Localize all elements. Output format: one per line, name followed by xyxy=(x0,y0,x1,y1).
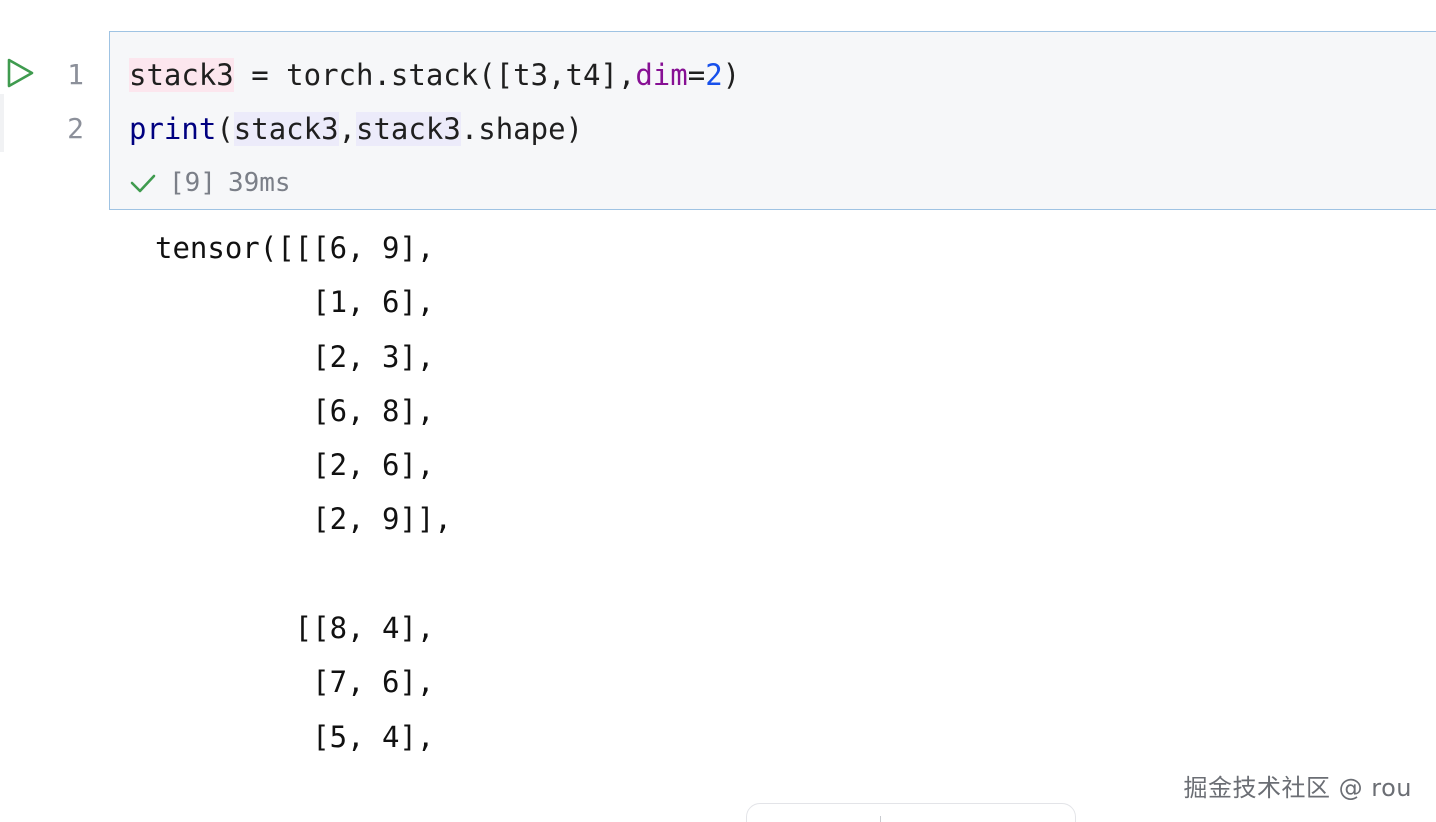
keyword-argument: dim xyxy=(635,58,688,92)
code-text: ( xyxy=(216,112,234,146)
gutter-edge xyxy=(0,94,4,152)
code-line-2[interactable]: print(stack3,stack3.shape) xyxy=(129,102,583,156)
code-text: , xyxy=(338,112,357,146)
variable-definition: stack3 xyxy=(129,58,234,92)
code-text: .shape) xyxy=(460,112,583,146)
code-cell[interactable]: stack3 = torch.stack([t3,t4],dim=2) prin… xyxy=(109,31,1436,210)
line-number: 1 xyxy=(67,58,84,91)
execution-count: [9] xyxy=(169,168,216,198)
execution-status: [9] 39ms xyxy=(129,160,291,206)
run-cell-button[interactable] xyxy=(0,50,40,96)
variable-usage: stack3 xyxy=(233,112,339,146)
code-line-1[interactable]: stack3 = torch.stack([t3,t4],dim=2) xyxy=(129,48,740,102)
number-literal: 2 xyxy=(705,58,723,92)
builtin-function: print xyxy=(129,112,217,146)
code-text: = torch.stack([t3,t4], xyxy=(233,58,636,92)
operator: = xyxy=(687,58,706,92)
play-icon xyxy=(7,58,34,88)
cell-output: tensor([[[6, 9], [1, 6], [2, 3], [6, 8],… xyxy=(155,231,452,754)
line-number: 2 xyxy=(67,112,84,145)
execution-duration: 39ms xyxy=(227,168,291,198)
variable-usage: stack3 xyxy=(356,112,461,146)
notebook-view: 1 2 stack3 = torch.stack([t3,t4],dim=2) … xyxy=(0,0,1436,822)
floating-toolbar[interactable] xyxy=(746,803,1076,822)
checkmark-icon xyxy=(130,174,156,193)
watermark: 掘金技术社区 @ rou xyxy=(1183,774,1412,802)
code-text: ) xyxy=(722,58,741,92)
toolbar-divider xyxy=(880,816,881,822)
